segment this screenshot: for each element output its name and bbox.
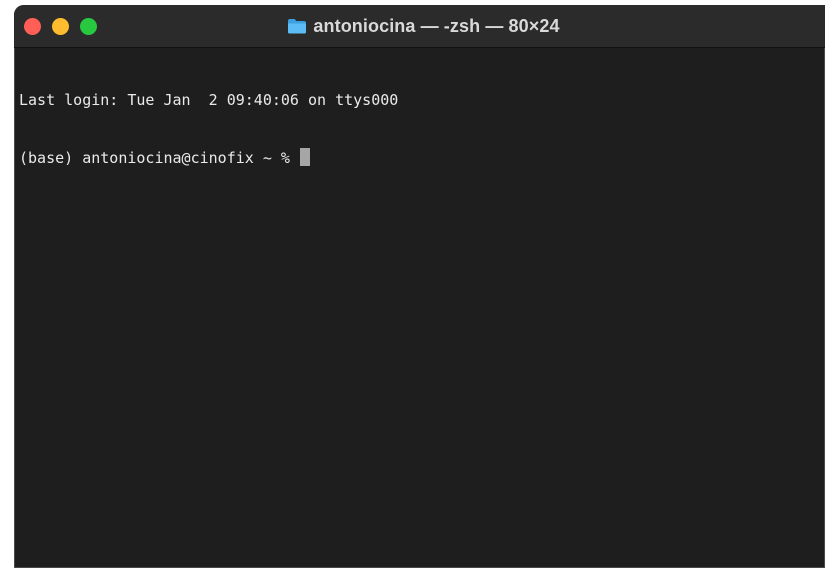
terminal-line-login: Last login: Tue Jan 2 09:40:06 on ttys00… bbox=[19, 91, 399, 109]
terminal-output[interactable]: Last login: Tue Jan 2 09:40:06 on ttys00… bbox=[19, 53, 825, 568]
title-bar[interactable]: antoniocina — -zsh — 80×24 bbox=[14, 5, 825, 48]
terminal-line-prompt: (base) antoniocina@cinofix ~ % bbox=[19, 148, 825, 167]
text-cursor bbox=[299, 148, 310, 166]
window-title-text: antoniocina — -zsh — 80×24 bbox=[313, 15, 560, 36]
folder-icon bbox=[287, 18, 307, 34]
terminal-window: antoniocina — -zsh — 80×24 Last login: T… bbox=[14, 5, 825, 568]
shell-prompt: (base) antoniocina@cinofix ~ % bbox=[19, 149, 299, 167]
window-title: antoniocina — -zsh — 80×24 bbox=[22, 5, 825, 47]
